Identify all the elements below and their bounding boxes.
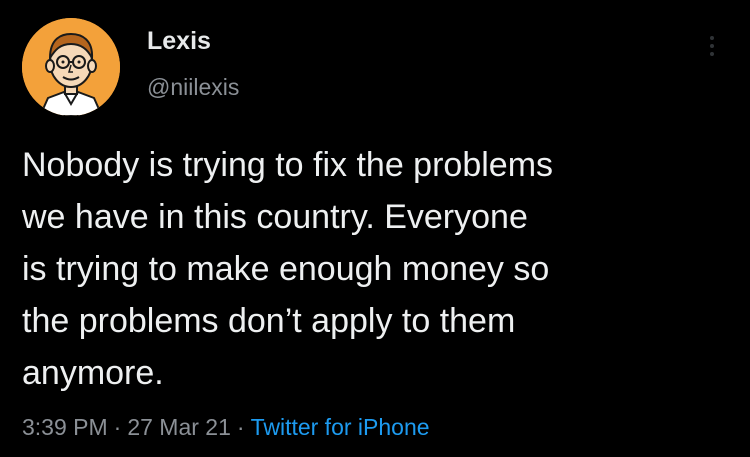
tweet-text-line: we have in this country. Everyone bbox=[22, 198, 528, 236]
tweet-text-line: Nobody is trying to fix the problems bbox=[22, 146, 554, 184]
more-vertical-icon bbox=[710, 44, 714, 48]
meta-separator: · bbox=[113, 414, 122, 440]
meta-separator: · bbox=[236, 414, 245, 440]
more-vertical-icon bbox=[710, 52, 714, 56]
author-display-name[interactable]: Lexis bbox=[147, 27, 211, 56]
cartoon-man-avatar-icon bbox=[22, 18, 120, 116]
author-handle[interactable]: @niilexis bbox=[147, 74, 239, 101]
tweet-time[interactable]: 3:39 PM bbox=[22, 414, 108, 440]
tweet-text-line: the problems don’t apply to them bbox=[22, 302, 516, 340]
tweet-date[interactable]: 27 Mar 21 bbox=[127, 414, 231, 440]
tweet-card: Lexis @niilexis Nobody is trying to fix … bbox=[0, 0, 750, 457]
more-options-button[interactable] bbox=[700, 26, 724, 66]
tweet-text: Nobody is trying to fix the problems we … bbox=[22, 139, 722, 399]
tweet-meta: 3:39 PM · 27 Mar 21 · Twitter for iPhone bbox=[22, 414, 430, 441]
more-vertical-icon bbox=[710, 36, 714, 40]
tweet-text-line: is trying to make enough money so bbox=[22, 250, 550, 288]
avatar[interactable] bbox=[22, 18, 120, 116]
tweet-source-link[interactable]: Twitter for iPhone bbox=[251, 414, 430, 440]
tweet-text-line: anymore. bbox=[22, 354, 164, 392]
